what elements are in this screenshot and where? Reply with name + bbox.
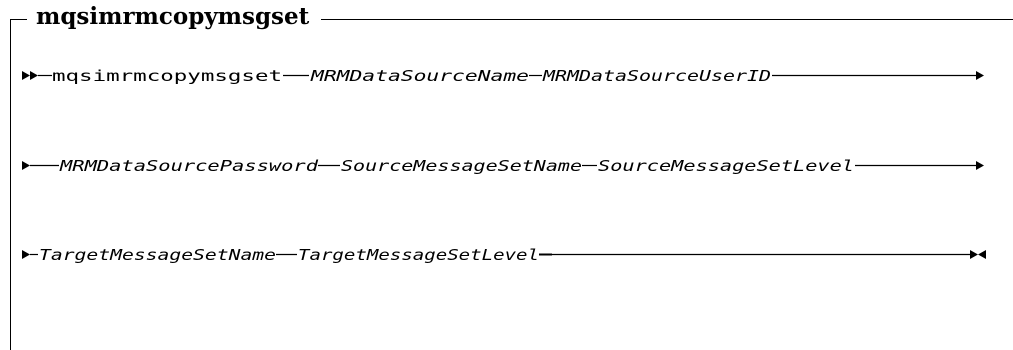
param-variable: SourceMessageSetName [341, 157, 582, 175]
param-variable: MRMDataSourceUserID [542, 67, 771, 85]
continuation-arrowhead-icon [976, 71, 984, 80]
syntax-diagram: mqsimrmcopymsgset MRMDataSourceName MRMD… [22, 67, 986, 264]
syntax-row-1: mqsimrmcopymsgset MRMDataSourceName MRMD… [22, 67, 984, 85]
continuation-arrowhead-icon [976, 161, 984, 170]
param-variable: MRMDataSourcePassword [59, 157, 319, 175]
end-arrowhead-icon [970, 250, 978, 259]
end-arrowhead-icon [978, 250, 986, 259]
param-variable: TargetMessageSetLevel [298, 246, 539, 264]
command-name: mqsimrmcopymsgset [52, 67, 282, 85]
start-double-arrowhead-icon [22, 71, 30, 80]
syntax-row-2: MRMDataSourcePassword SourceMessageSetNa… [22, 157, 984, 175]
start-double-arrowhead-icon [30, 71, 38, 80]
param-variable: MRMDataSourceName [310, 67, 529, 85]
syntax-row-3: TargetMessageSetName TargetMessageSetLev… [22, 246, 986, 264]
param-variable: SourceMessageSetLevel [598, 157, 854, 175]
continuation-arrowhead-icon [22, 161, 30, 170]
param-variable: TargetMessageSetName [39, 246, 276, 264]
continuation-arrowhead-icon [22, 250, 30, 259]
